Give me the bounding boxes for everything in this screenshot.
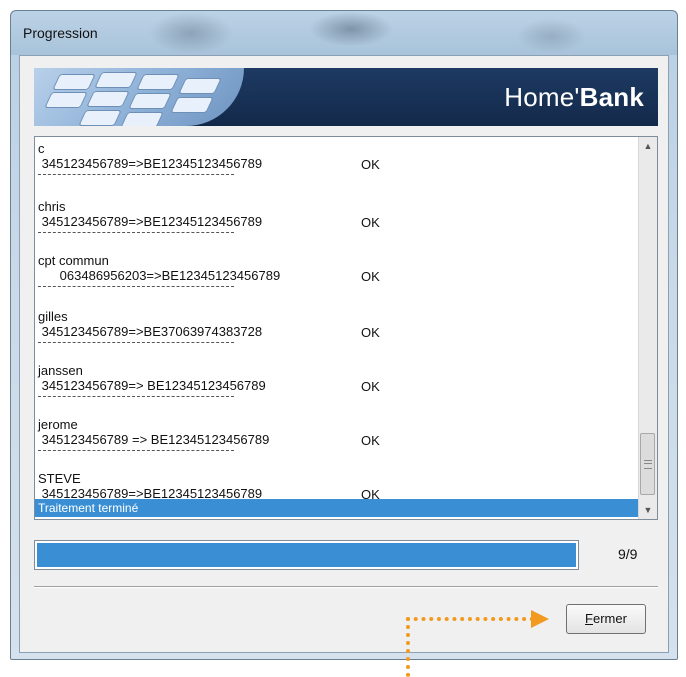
entry-status: OK (361, 433, 380, 448)
annotation-dotted-line (406, 617, 534, 621)
scroll-thumb[interactable] (640, 433, 655, 495)
close-button[interactable]: Fermer (566, 604, 646, 634)
log-entry: chris 345123456789=>BE12345123456789 (38, 199, 262, 233)
entry-transfer: 345123456789=>BE37063974383728 (38, 324, 263, 339)
entry-status: OK (361, 157, 380, 172)
window-title: Progression (23, 25, 98, 41)
entry-name: chris (38, 199, 66, 214)
entry-name: jerome (38, 417, 78, 432)
scroll-down-icon[interactable]: ▼ (639, 501, 657, 519)
entry-status: OK (361, 269, 380, 284)
log-entry: STEVE 345123456789=>BE12345123456789 (38, 471, 262, 501)
entry-status: OK (361, 215, 380, 230)
entry-separator (38, 450, 234, 451)
entry-transfer: 345123456789=>BE12345123456789 (38, 156, 263, 171)
log-entry: jerome 345123456789 => BE12345123456789 (38, 417, 269, 451)
progress-window: Progression Home'Bank c 345123456789=>BE… (10, 10, 678, 660)
brand-logo: Home'Bank (504, 82, 644, 113)
log-entry: gilles 345123456789=>BE37063974383728 (38, 309, 262, 343)
entry-name: gilles (38, 309, 68, 324)
entry-transfer: 345123456789 => BE12345123456789 (38, 432, 270, 447)
log-list[interactable]: c 345123456789=>BE12345123456789 OK chri… (34, 136, 658, 520)
log-scrollbar[interactable]: ▲ ▼ (638, 137, 657, 519)
entry-name: janssen (38, 363, 83, 378)
annotation-dotted-line-vertical (406, 617, 410, 677)
scroll-up-icon[interactable]: ▲ (639, 137, 657, 155)
dialog-body: Home'Bank c 345123456789=>BE123451234567… (19, 55, 669, 653)
entry-name: cpt commun (38, 253, 109, 268)
title-bar[interactable]: Progression (11, 11, 677, 55)
entry-separator (38, 286, 234, 287)
close-mnemonic: F (585, 611, 593, 626)
entry-transfer: 345123456789=>BE12345123456789 (38, 214, 263, 229)
entry-transfer: 345123456789=> BE12345123456789 (38, 378, 266, 393)
homebank-banner: Home'Bank (34, 68, 658, 126)
entry-separator (38, 232, 234, 233)
progress-count: 9/9 (618, 546, 638, 562)
log-entry: c 345123456789=>BE12345123456789 (38, 141, 262, 175)
progress-fill (37, 543, 576, 567)
log-entry: cpt commun 063486956203=>BE1234512345678… (38, 253, 280, 287)
final-status-row: Traitement terminé (35, 499, 640, 517)
entry-status: OK (361, 379, 380, 394)
log-entry: janssen 345123456789=> BE12345123456789 (38, 363, 266, 397)
divider (34, 586, 658, 588)
progress-bar (34, 540, 579, 570)
entry-name: STEVE (38, 471, 81, 486)
entry-separator (38, 396, 234, 397)
entry-transfer: 063486956203=>BE12345123456789 (38, 268, 281, 283)
close-label-rest: ermer (593, 611, 627, 626)
brand-prefix: Home' (504, 82, 580, 112)
entry-separator (38, 174, 234, 175)
annotation-arrow-icon (531, 610, 549, 628)
keyboard-image (34, 68, 244, 126)
entry-status: OK (361, 325, 380, 340)
entry-name: c (38, 141, 45, 156)
entry-separator (38, 342, 234, 343)
brand-bold: Bank (579, 82, 644, 112)
